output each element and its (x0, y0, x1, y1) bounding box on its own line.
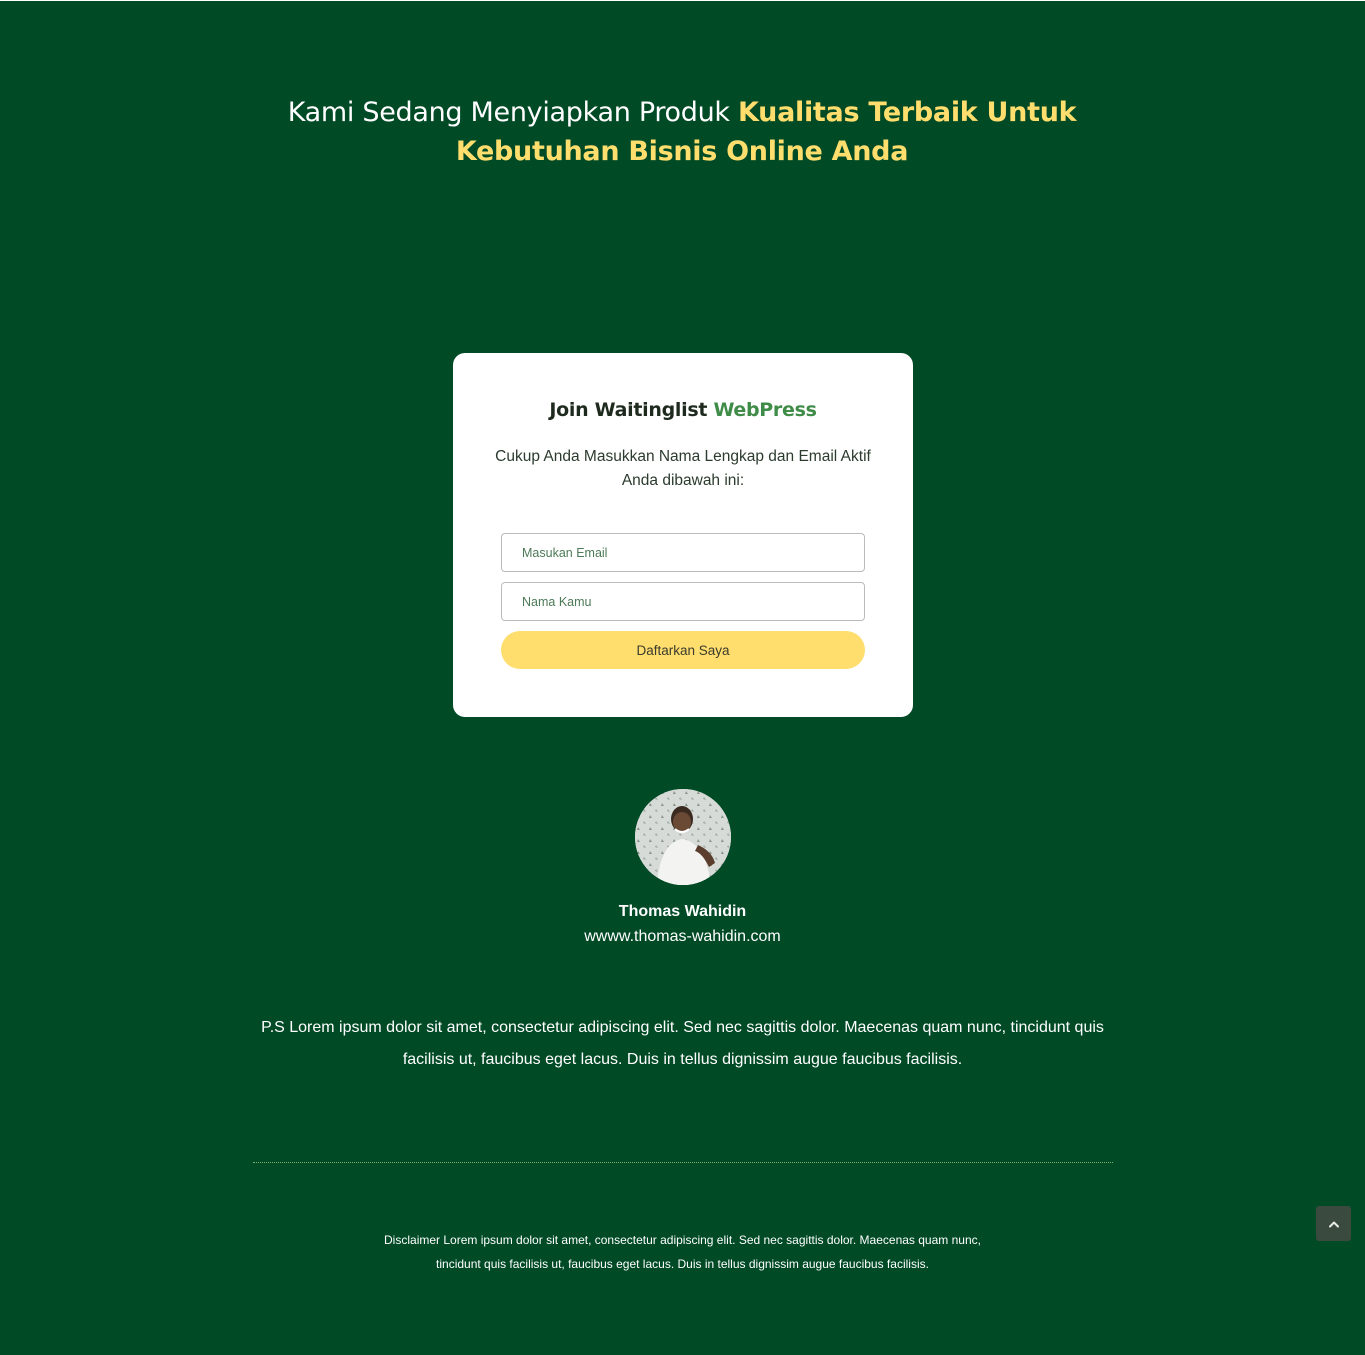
author-name: Thomas Wahidin (618, 903, 747, 920)
email-field-wrapper (501, 533, 865, 572)
author-website: wwww.thomas-wahidin.com (584, 928, 781, 945)
card-title-plain: Join Waitinglist (549, 399, 714, 421)
scroll-to-top-button[interactable] (1316, 1206, 1351, 1241)
hero-headline: Kami Sedang Menyiapkan Produk Kualitas T… (232, 93, 1132, 171)
card-title: Join Waitinglist WebPress (453, 399, 913, 421)
name-field-wrapper (501, 582, 865, 621)
chevron-up-icon (1328, 1221, 1339, 1227)
hero-headline-plain: Kami Sedang Menyiapkan Produk (287, 97, 739, 128)
register-button[interactable]: Daftarkan Saya (501, 631, 865, 669)
card-title-brand: WebPress (713, 399, 817, 421)
footer-divider (253, 1162, 1113, 1163)
landing-page: Kami Sedang Menyiapkan Produk Kualitas T… (0, 0, 1365, 1355)
ps-paragraph: P.S Lorem ipsum dolor sit amet, consecte… (261, 1019, 1104, 1068)
avatar-photo (635, 789, 731, 885)
disclaimer-text: Disclaimer Lorem ipsum dolor sit amet, c… (384, 1233, 981, 1271)
avatar (635, 789, 731, 885)
waitinglist-card: Join Waitinglist WebPress Cukup Anda Mas… (453, 353, 913, 717)
email-field[interactable] (502, 534, 864, 571)
name-field[interactable] (502, 583, 864, 620)
card-description: Cukup Anda Masukkan Nama Lengkap dan Ema… (495, 448, 871, 489)
